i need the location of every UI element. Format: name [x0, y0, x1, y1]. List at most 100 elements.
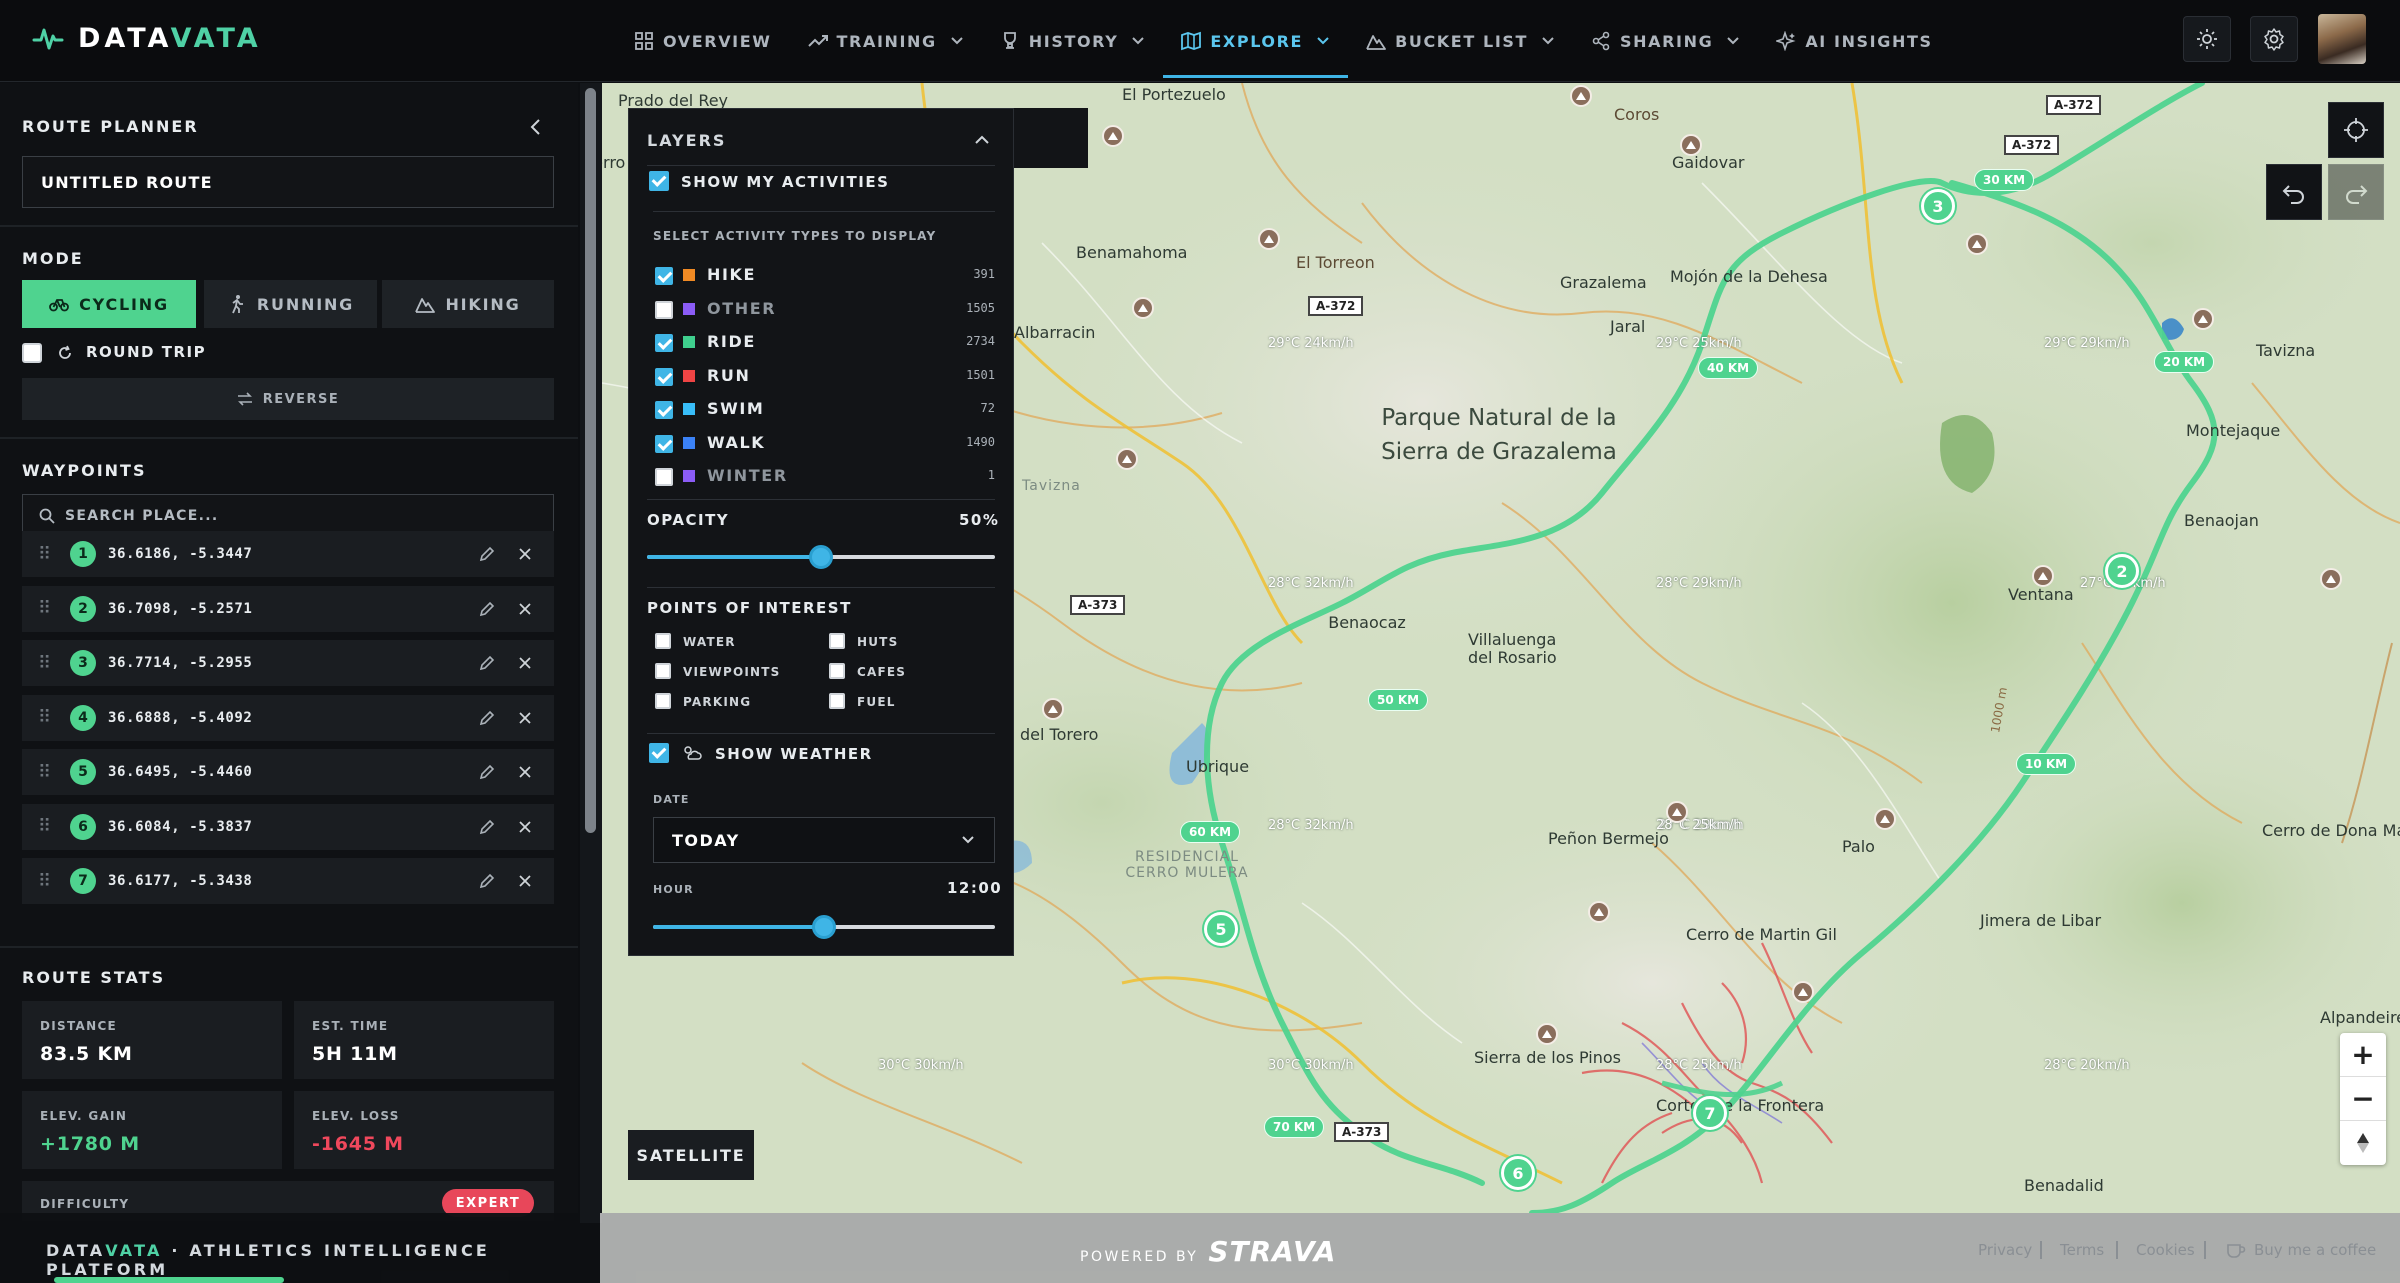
mountain-peak-icon[interactable]	[1570, 85, 1592, 107]
waypoint-map-marker[interactable]: 5	[1204, 912, 1238, 946]
mode-hiking-button[interactable]: HIKING	[382, 280, 554, 328]
chevron-up-icon[interactable]	[973, 131, 991, 149]
waypoint-row[interactable]: ⠿ 3 36.7714, -5.2955	[22, 640, 554, 686]
drag-handle-icon[interactable]: ⠿	[38, 544, 60, 565]
edit-icon[interactable]	[478, 818, 496, 836]
mountain-peak-icon[interactable]	[1874, 808, 1896, 830]
buy-coffee-link[interactable]: Buy me a coffee	[2254, 1241, 2376, 1259]
waypoint-map-marker[interactable]: 2	[2105, 554, 2139, 588]
theme-toggle-button[interactable]	[2183, 16, 2231, 62]
activity-type-row[interactable]: RIDE 2734	[647, 330, 995, 358]
checkbox[interactable]	[655, 633, 671, 649]
undo-button[interactable]	[2266, 164, 2322, 220]
tab-history[interactable]: HISTORY	[982, 0, 1164, 82]
powered-by-strava[interactable]: POWERED BY STRAVA	[1080, 1235, 1336, 1268]
waypoint-row[interactable]: ⠿ 4 36.6888, -5.4092	[22, 694, 554, 741]
mountain-peak-icon[interactable]	[1116, 448, 1138, 470]
activity-type-checkbox[interactable]	[655, 468, 673, 486]
mountain-peak-icon[interactable]	[1680, 134, 1702, 156]
mountain-peak-icon[interactable]	[1132, 297, 1154, 319]
cookies-link[interactable]: Cookies	[2136, 1241, 2195, 1259]
opacity-slider[interactable]	[647, 545, 995, 569]
waypoint-map-marker[interactable]: 3	[1921, 189, 1955, 223]
checkbox[interactable]	[829, 633, 845, 649]
edit-icon[interactable]	[478, 545, 496, 563]
checkbox[interactable]	[655, 663, 671, 679]
mountain-peak-icon[interactable]	[1666, 801, 1688, 823]
redo-button[interactable]	[2328, 164, 2384, 220]
reverse-button[interactable]: REVERSE	[22, 378, 554, 420]
zoom-in-button[interactable]: +	[2340, 1033, 2386, 1077]
mountain-peak-icon[interactable]	[1536, 1023, 1558, 1045]
checkbox[interactable]	[829, 693, 845, 709]
edit-icon[interactable]	[478, 872, 496, 890]
activity-type-row[interactable]: SWIM 72	[647, 397, 995, 425]
chevron-left-icon[interactable]	[526, 117, 546, 137]
close-icon[interactable]	[516, 654, 534, 672]
activity-type-row[interactable]: RUN 1501	[647, 364, 995, 392]
edit-icon[interactable]	[478, 600, 496, 618]
compass-button[interactable]	[2340, 1121, 2386, 1165]
drag-handle-icon[interactable]: ⠿	[38, 816, 60, 837]
drag-handle-icon[interactable]: ⠿	[38, 598, 60, 619]
route-name-input[interactable]: UNTITLED ROUTE	[22, 156, 554, 208]
waypoint-row[interactable]: ⠿ 1 36.6186, -5.3447	[22, 531, 554, 577]
drag-handle-icon[interactable]: ⠿	[38, 707, 60, 728]
activity-type-row[interactable]: WALK 1490	[647, 431, 995, 459]
hour-slider-handle[interactable]	[812, 915, 836, 939]
mountain-peak-icon[interactable]	[1966, 233, 1988, 255]
mountain-peak-icon[interactable]	[2032, 565, 2054, 587]
close-icon[interactable]	[516, 545, 534, 563]
activity-type-checkbox[interactable]	[655, 334, 673, 352]
waypoint-row[interactable]: ⠿ 6 36.6084, -5.3837	[22, 803, 554, 850]
mode-cycling-button[interactable]: CYCLING	[22, 280, 196, 328]
activity-type-checkbox[interactable]	[655, 267, 673, 285]
edit-icon[interactable]	[478, 763, 496, 781]
date-select[interactable]: TODAY	[653, 817, 995, 863]
close-icon[interactable]	[516, 600, 534, 618]
edit-icon[interactable]	[478, 709, 496, 727]
edit-icon[interactable]	[478, 654, 496, 672]
activity-type-checkbox[interactable]	[655, 367, 673, 386]
zoom-out-button[interactable]: −	[2340, 1077, 2386, 1121]
locate-button[interactable]	[2328, 102, 2384, 158]
tab-ai-insights[interactable]: AI INSIGHTS	[1758, 0, 1950, 82]
tab-training[interactable]: TRAINING	[790, 0, 982, 82]
mountain-peak-icon[interactable]	[1102, 125, 1124, 147]
checkbox[interactable]	[829, 663, 845, 679]
waypoint-row[interactable]: ⠿ 5 36.6495, -5.4460	[22, 749, 554, 795]
mountain-peak-icon[interactable]	[1792, 981, 1814, 1003]
activity-type-row[interactable]: WINTER 1	[647, 464, 995, 492]
drag-handle-icon[interactable]: ⠿	[38, 762, 60, 783]
tab-overview[interactable]: OVERVIEW	[616, 0, 790, 82]
waypoint-map-marker[interactable]: 6	[1501, 1156, 1535, 1190]
mountain-peak-icon[interactable]	[2320, 568, 2342, 590]
activity-type-checkbox[interactable]	[655, 401, 673, 419]
drag-handle-icon[interactable]: ⠿	[38, 871, 60, 892]
satellite-toggle-button[interactable]: SATELLITE	[628, 1130, 754, 1180]
opacity-slider-handle[interactable]	[809, 545, 833, 569]
show-weather-checkbox[interactable]	[649, 743, 669, 763]
close-icon[interactable]	[516, 709, 534, 727]
settings-button[interactable]	[2250, 16, 2298, 62]
activity-type-row[interactable]: HIKE 391	[647, 263, 995, 291]
round-trip-checkbox[interactable]	[22, 343, 42, 363]
waypoint-row[interactable]: ⠿ 2 36.7098, -5.2571	[22, 585, 554, 632]
tab-bucket-list[interactable]: BUCKET LIST	[1348, 0, 1573, 82]
waypoint-map-marker[interactable]: 7	[1693, 1096, 1727, 1130]
close-icon[interactable]	[516, 872, 534, 890]
mountain-peak-icon[interactable]	[2192, 308, 2214, 330]
privacy-link[interactable]: Privacy	[1978, 1241, 2032, 1259]
brand-logo[interactable]: DATAVATA	[32, 22, 262, 54]
close-icon[interactable]	[516, 818, 534, 836]
avatar[interactable]	[2318, 14, 2366, 64]
mountain-peak-icon[interactable]	[1588, 901, 1610, 923]
mountain-peak-icon[interactable]	[1042, 698, 1064, 720]
waypoint-row[interactable]: ⠿ 7 36.6177, -5.3438	[22, 858, 554, 904]
terms-link[interactable]: Terms	[2060, 1241, 2104, 1259]
tab-sharing[interactable]: SHARING	[1573, 0, 1758, 82]
hour-slider[interactable]	[653, 915, 995, 939]
activity-type-row[interactable]: OTHER 1505	[647, 297, 995, 325]
drag-handle-icon[interactable]: ⠿	[38, 653, 60, 674]
checkbox[interactable]	[655, 693, 671, 709]
